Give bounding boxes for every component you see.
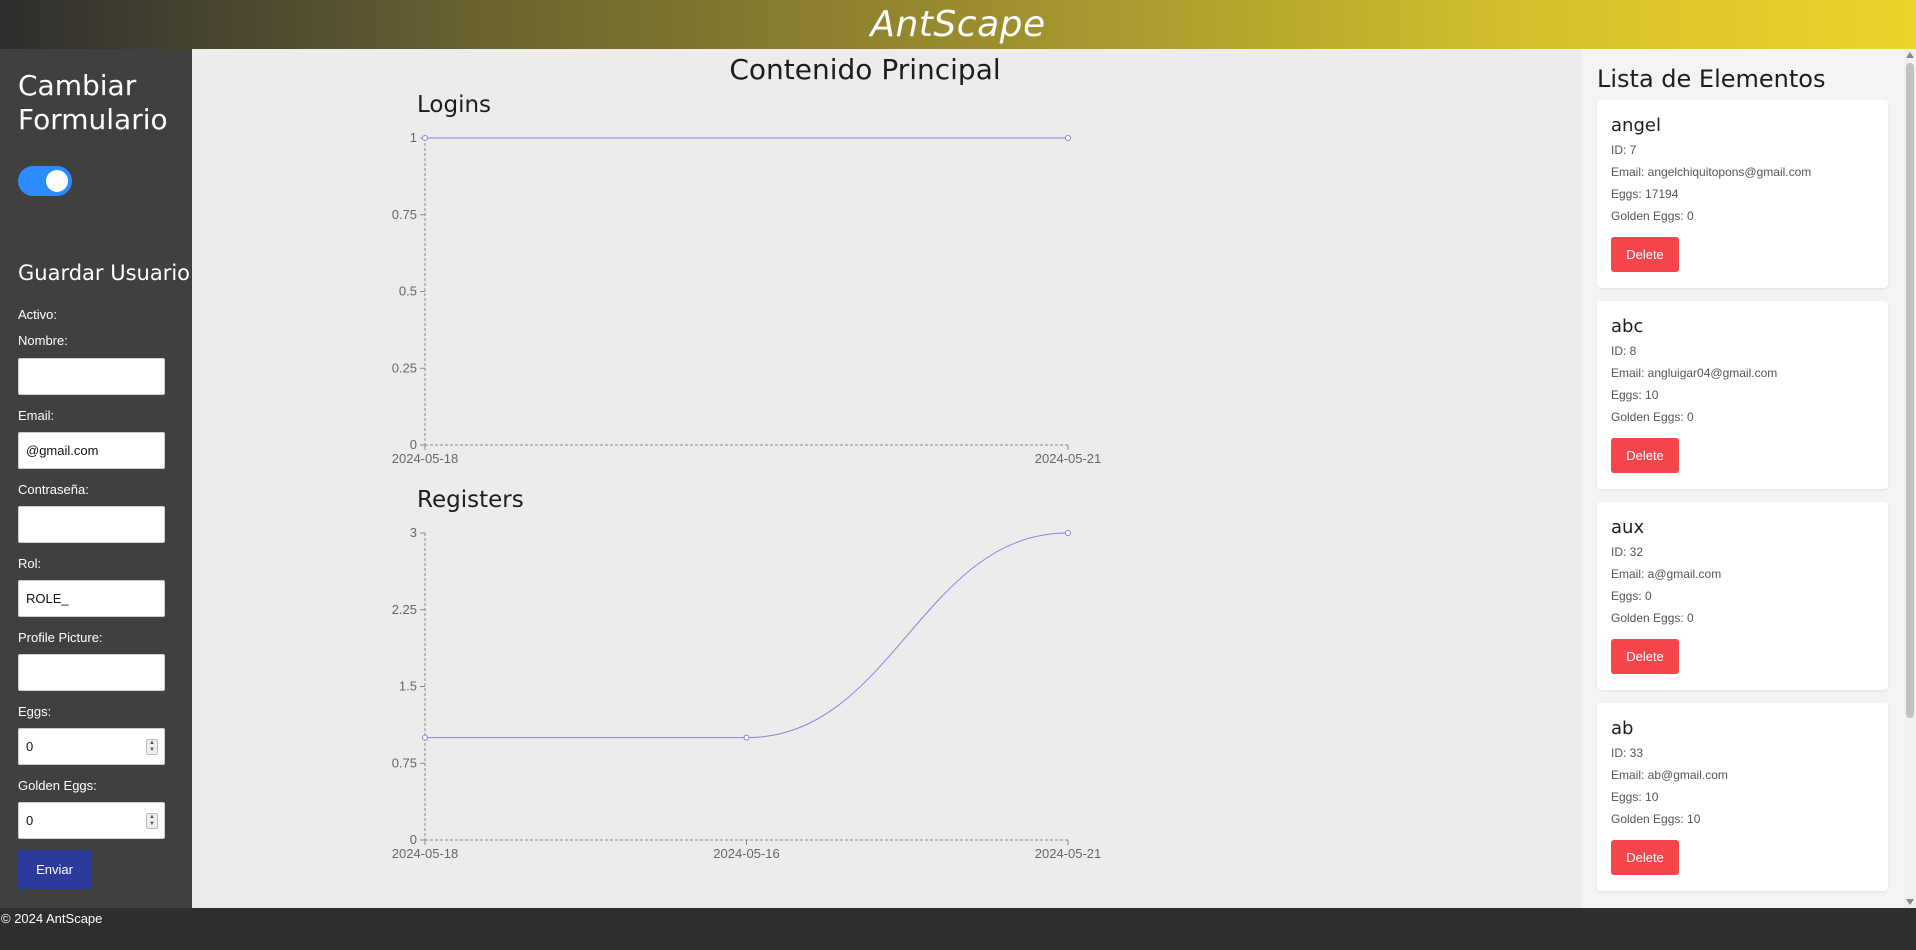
golden-input[interactable]: 0 ▲ ▼ (18, 802, 165, 839)
y-tick-label: 0.25 (392, 360, 417, 375)
item-name: angel (1611, 115, 1661, 136)
nombre-label: Nombre: (18, 333, 68, 348)
y-tick-label: 0.75 (392, 755, 417, 770)
main-title: Contenido Principal (729, 53, 1001, 86)
item-id: ID: 7 (1611, 143, 1637, 157)
list-item: abc ID: 8 Email: angluigar04@gmail.com Eggs… (1597, 301, 1888, 489)
item-email: Email: ab@gmail.com (1611, 768, 1728, 782)
series-line (425, 532, 1069, 739)
item-golden-eggs: Golden Eggs: 0 (1611, 410, 1694, 424)
data-point (743, 734, 750, 741)
delete-button[interactable]: Delete (1611, 840, 1679, 875)
item-name: ab (1611, 718, 1634, 739)
rol-input[interactable]: ROLE_ (18, 580, 165, 617)
sidebar-title: Cambiar Formulario (18, 69, 168, 136)
nombre-input[interactable] (18, 358, 165, 395)
item-golden-eggs: Golden Eggs: 10 (1611, 812, 1701, 826)
item-eggs: Eggs: 10 (1611, 790, 1659, 804)
activo-label: Activo: (18, 307, 58, 322)
item-eggs: Eggs: 0 (1611, 589, 1652, 603)
footer: © 2024 AntScape (0, 908, 1916, 950)
data-point (422, 734, 428, 741)
top-bar: AntScape (0, 0, 1916, 49)
item-id: ID: 8 (1611, 344, 1637, 358)
item-email: Email: angluigar04@gmail.com (1611, 366, 1778, 380)
y-tick-label: 0 (410, 437, 417, 452)
scroll-down-arrow-icon[interactable] (1906, 899, 1914, 905)
item-eggs: Eggs: 10 (1611, 388, 1659, 402)
email-input[interactable]: @gmail.com (18, 432, 165, 469)
email-label: Email: (18, 408, 55, 423)
element-list-panel: Lista de Elementos angel ID: 7 Email: ange… (1582, 49, 1904, 908)
logins-chart: 0 0.25 0.5 0.75 1 2024-05-18 2024-05-21 (392, 130, 1102, 466)
list-item: ab ID: 33 Email: ab@gmail.com Eggs: 10 Golde… (1597, 703, 1888, 891)
scroll-up-arrow-icon[interactable] (1906, 52, 1914, 58)
picture-input[interactable] (18, 654, 165, 691)
item-id: ID: 33 (1611, 746, 1644, 760)
sidebar: Cambiar Formulario Guardar Usuario Activ… (0, 49, 192, 908)
item-email: Email: angelchiquitopons@gmail.com (1611, 165, 1812, 179)
y-tick-label: 1 (410, 130, 417, 145)
x-tick-label: 2024-05-21 (1035, 846, 1102, 861)
scroll-thumb[interactable] (1906, 63, 1914, 718)
delete-button[interactable]: Delete (1611, 237, 1679, 272)
y-tick-label: 3 (410, 525, 417, 540)
password-input[interactable] (18, 506, 165, 543)
y-tick-label: 0.5 (399, 284, 417, 299)
scrollbar[interactable] (1904, 49, 1916, 908)
rol-label: Rol: (18, 556, 42, 571)
main-content: Contenido Principal Logins 0 0.25 0.5 0.75 1… (192, 49, 1582, 908)
item-name: abc (1611, 316, 1644, 337)
x-tick-label: 2024-05-18 (392, 846, 458, 861)
item-golden-eggs: Golden Eggs: 0 (1611, 209, 1694, 223)
x-tick-label: 2024-05-21 (1035, 451, 1102, 466)
section-title: Guardar Usuario (18, 261, 191, 285)
y-tick-label: 0 (410, 832, 417, 847)
golden-spinner[interactable]: ▲ ▼ (146, 813, 158, 829)
submit-button[interactable]: Enviar (18, 850, 91, 889)
x-tick-label: 2024-05-16 (713, 846, 780, 861)
data-point (422, 135, 428, 141)
eggs-label: Eggs: (18, 704, 52, 719)
delete-button[interactable]: Delete (1611, 639, 1679, 674)
data-point (1065, 135, 1071, 141)
form-toggle[interactable] (18, 166, 72, 196)
delete-button[interactable]: Delete (1611, 438, 1679, 473)
item-email: Email: a@gmail.com (1611, 567, 1722, 581)
x-tick-label: 2024-05-18 (392, 451, 458, 466)
app-brand: AntScape (870, 4, 1046, 45)
y-tick-label: 1.5 (399, 679, 417, 694)
golden-label: Golden Eggs: (18, 778, 97, 793)
y-tick-label: 0.75 (392, 207, 417, 222)
item-eggs: Eggs: 17194 (1611, 187, 1679, 201)
chart-title-registers: Registers (417, 487, 524, 513)
password-label: Contraseña: (18, 482, 89, 497)
chart-title-logins: Logins (417, 92, 492, 118)
eggs-input[interactable]: 0 ▲ ▼ (18, 728, 165, 765)
item-golden-eggs: Golden Eggs: 0 (1611, 611, 1694, 625)
list-item: aux ID: 32 Email: a@gmail.com Eggs: 0 Golden… (1597, 502, 1888, 690)
eggs-spinner[interactable]: ▲ ▼ (146, 739, 158, 755)
item-id: ID: 32 (1611, 545, 1644, 559)
list-item: angel ID: 7 Email: angelchiquitopons@gmail… (1597, 100, 1888, 288)
eggs-value: 0 (26, 739, 34, 754)
list-title: Lista de Elementos (1597, 65, 1826, 93)
data-point (1065, 530, 1071, 536)
item-name: aux (1611, 517, 1645, 538)
golden-value: 0 (26, 813, 34, 828)
toggle-knob (46, 170, 68, 192)
registers-chart: 0 0.75 1.5 2.25 3 2024-05-18 2024-05-16 2024-05… (392, 525, 1102, 861)
picture-label: Profile Picture: (18, 630, 103, 645)
y-tick-label: 2.25 (392, 602, 417, 617)
